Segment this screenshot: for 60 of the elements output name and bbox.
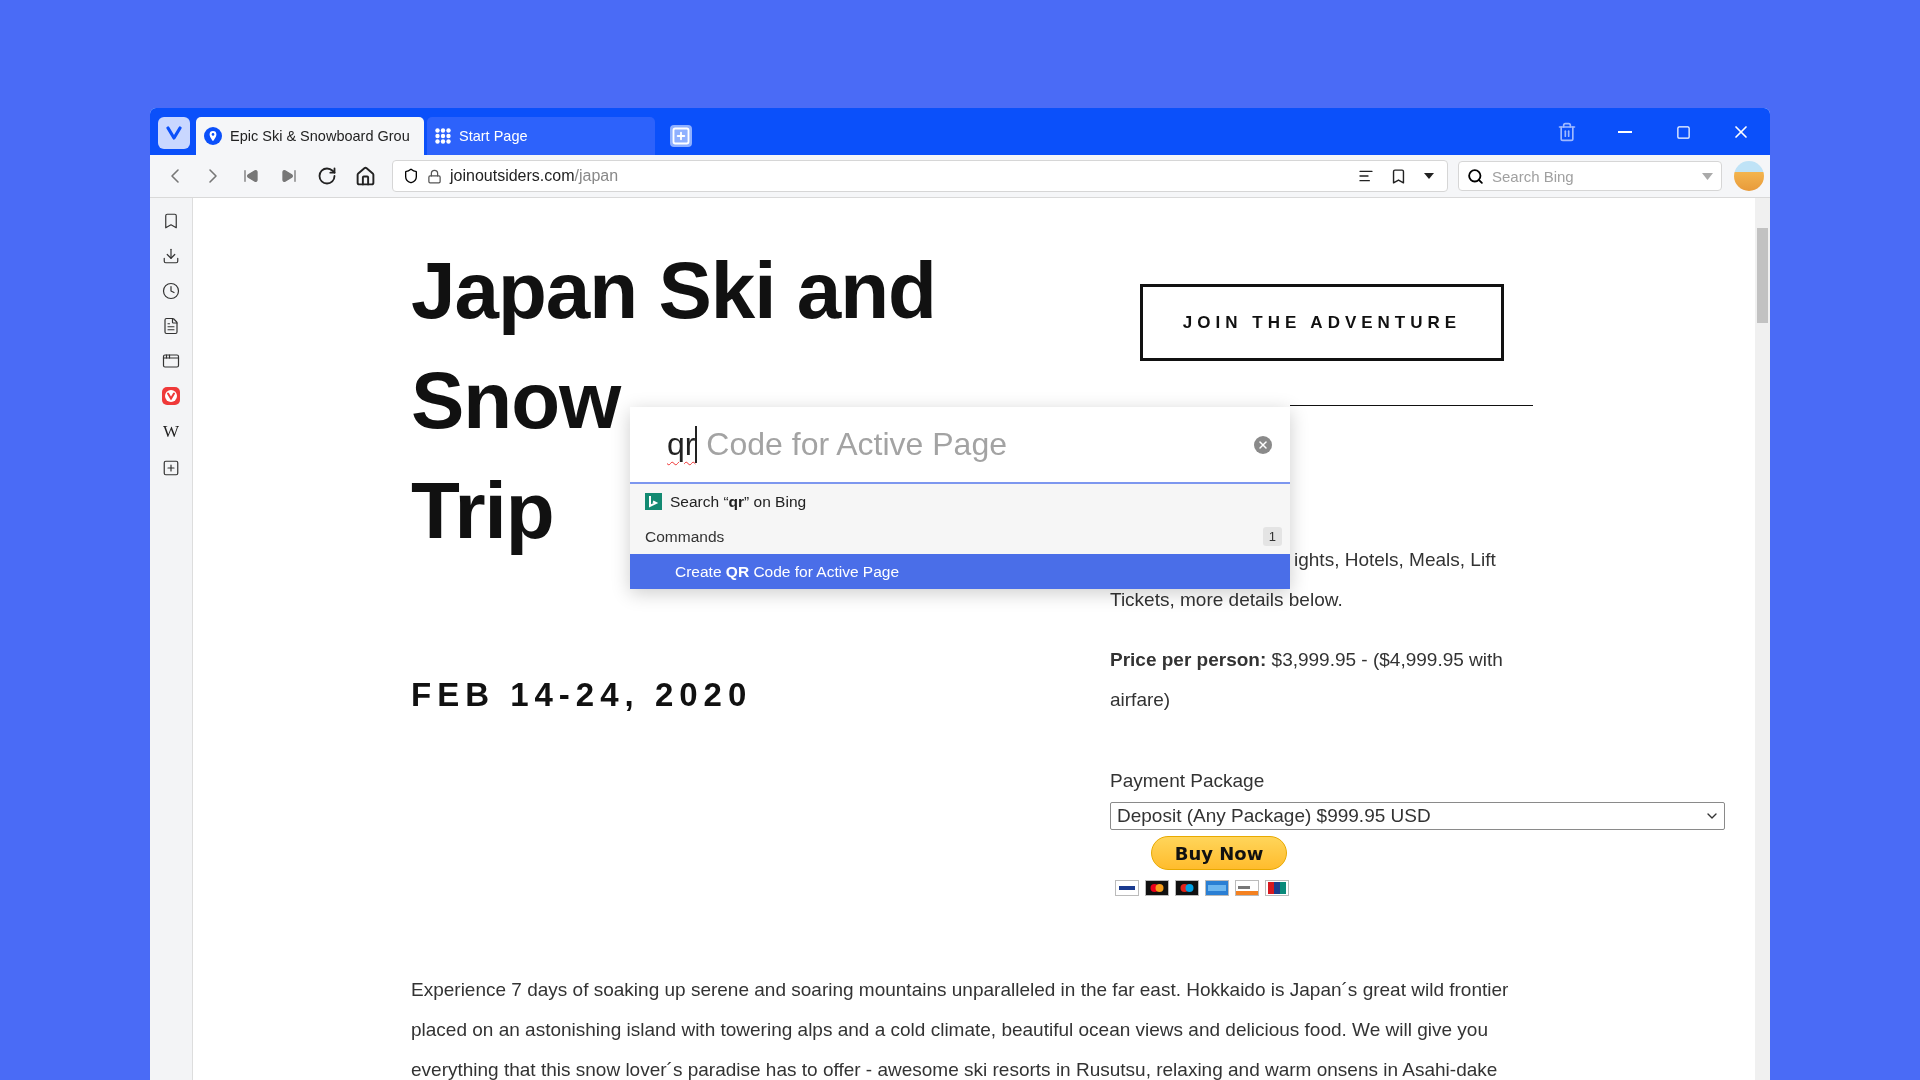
- payment-label: Payment Package: [1110, 770, 1265, 792]
- trash-icon: [1557, 122, 1577, 142]
- browser-tab[interactable]: Epic Ski & Snowboard Grou: [196, 117, 424, 155]
- scrollbar[interactable]: [1755, 198, 1770, 1080]
- caret-icon: [1423, 172, 1435, 180]
- page-heading: Japan Ski and: [411, 245, 936, 337]
- command-item[interactable]: Create QR Code for Active Page: [630, 554, 1290, 589]
- browser-logo-icon[interactable]: [162, 387, 180, 405]
- bookmark-icon: [1390, 167, 1407, 185]
- payment-select[interactable]: Deposit (Any Package) $999.95 USD: [1110, 802, 1725, 830]
- includes-text: Tickets, more details below.: [1110, 588, 1344, 612]
- app-menu-button[interactable]: [158, 117, 190, 149]
- result-count-badge: 1: [1262, 527, 1282, 546]
- lock-icon: [427, 168, 442, 184]
- clock-icon[interactable]: [162, 282, 180, 300]
- search-field[interactable]: Search Bing: [1490, 166, 1696, 186]
- window-icon[interactable]: [162, 352, 180, 370]
- bookmark-icon[interactable]: [162, 212, 180, 230]
- payment-card-icon: [1115, 880, 1139, 896]
- intro-paragraph: Experience 7 days of soaking up serene and soaring mountains unparalleled in the far east. Hokkaido is Japan´s great wild frontier placed on an astonishing island with towering alps and a cold climate, beautiful ocean views and delicious food. We will give you everything that this snow lover´s paradise has to offer - awesome ski resorts in Rusutsu, relaxing and warm onsens in Asahi-dake: [411, 978, 1510, 1080]
- rewind-icon: [243, 168, 259, 184]
- payment-card-icon: [1145, 880, 1169, 896]
- location-pin-icon: [204, 127, 222, 145]
- clear-icon: [1257, 438, 1269, 451]
- payment-card-icon: [1205, 880, 1229, 896]
- shield-icon: [403, 168, 419, 184]
- search-box[interactable]: Search Bing: [1458, 161, 1722, 191]
- buy-now-button[interactable]: Buy Now: [1151, 836, 1287, 870]
- fast-forward-icon: [281, 168, 297, 184]
- dropdown-icon: [1702, 172, 1713, 180]
- search-icon: [1467, 167, 1484, 185]
- web-panel-button[interactable]: W: [162, 422, 179, 442]
- maximize-icon: [1675, 124, 1691, 140]
- page-heading: Trip: [411, 465, 554, 557]
- notes-icon[interactable]: [162, 317, 180, 335]
- address-field[interactable]: joinoutsiders.com/japan: [392, 160, 1448, 192]
- search-suggestion[interactable]: Search “qr” on Bing: [630, 484, 1290, 519]
- join-button[interactable]: JOIN THE ADVENTURE: [1140, 284, 1504, 361]
- browser-tab[interactable]: Start Page: [427, 117, 655, 155]
- page-heading: Snow: [411, 355, 621, 447]
- payment-card-icon: [1235, 880, 1259, 896]
- grid-icon: [435, 128, 451, 144]
- price-text: Price per person: $3,999.95 - ($4,999.95 with airfare): [1110, 648, 1504, 712]
- trip-dates: FEB 14-24, 2020: [411, 676, 753, 714]
- minimize-icon: [1618, 131, 1632, 133]
- includes-text: ights, Hotels, Meals, Lift: [1294, 548, 1496, 572]
- reader-view-icon: [1358, 168, 1374, 184]
- payment-card-icon: [1175, 880, 1199, 896]
- v-logo-icon: [165, 126, 183, 140]
- payment-card-icon: [1265, 880, 1289, 896]
- download-icon[interactable]: [162, 247, 180, 265]
- reload-icon: [317, 166, 337, 186]
- home-icon: [354, 165, 376, 187]
- group-title: Commands: [645, 527, 725, 546]
- add-panel-icon[interactable]: [162, 459, 180, 477]
- search-engine-icon: [645, 493, 662, 510]
- clear-button[interactable]: [1254, 435, 1272, 454]
- new-tab-button[interactable]: [670, 125, 692, 147]
- plus-icon: [671, 126, 691, 146]
- command-input[interactable]: qr Code for Active Page: [630, 407, 1290, 484]
